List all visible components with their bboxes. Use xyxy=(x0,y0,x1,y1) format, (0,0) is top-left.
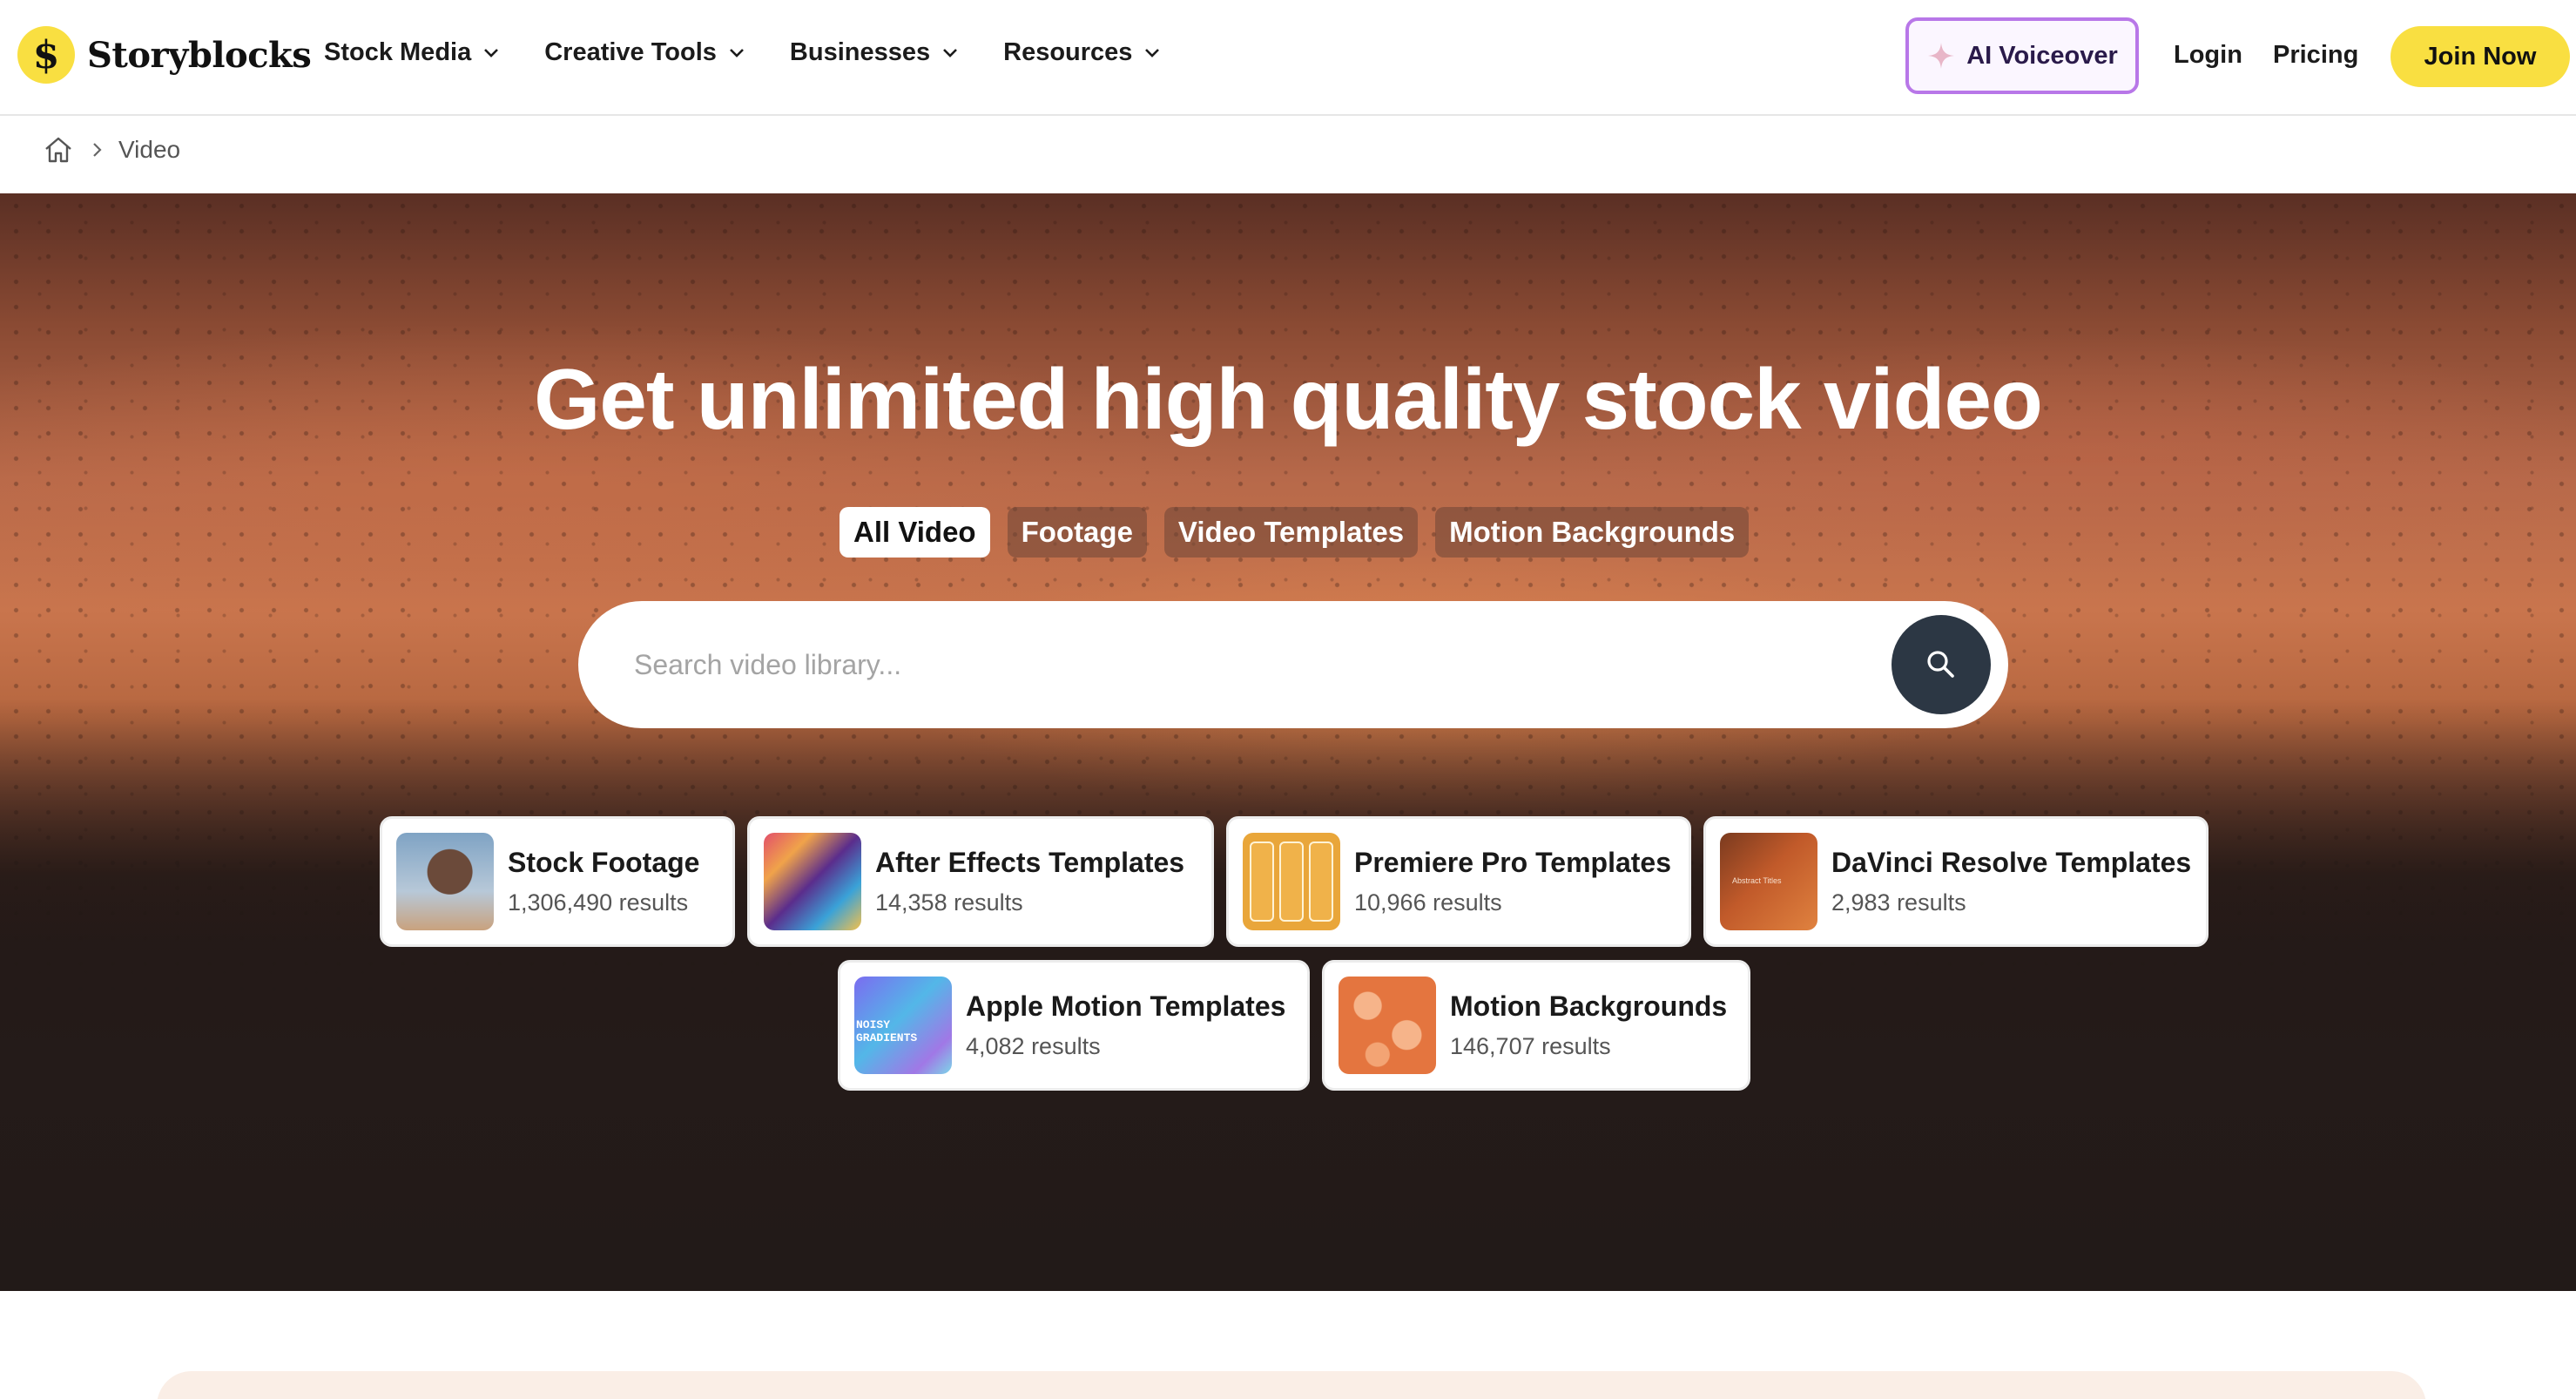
search-button[interactable] xyxy=(1892,615,1991,714)
hero-title: Get unlimited high quality stock video xyxy=(534,351,2043,447)
category-results: 1,306,490 results xyxy=(508,889,689,916)
category-premiere-pro-templates[interactable]: Premiere Pro Templates 10,966 results xyxy=(1226,816,1691,947)
nav-label: Stock Media xyxy=(324,38,472,66)
nav-label: Businesses xyxy=(789,38,931,66)
category-results: 146,707 results xyxy=(1450,1033,1611,1059)
category-after-effects-templates[interactable]: After Effects Templates 14,358 results xyxy=(747,816,1214,947)
sparkle-icon xyxy=(1928,43,1955,69)
nav-creative-tools[interactable]: Creative Tools xyxy=(544,38,745,67)
category-title: Motion Backgrounds xyxy=(1450,990,1728,1022)
category-title: DaVinci Resolve Templates xyxy=(1831,847,2192,878)
video-type-tabs: All Video Footage Video Templates Motion… xyxy=(840,507,1766,558)
chevron-down-icon xyxy=(484,48,499,57)
search-icon xyxy=(1927,651,1954,678)
category-results: 14,358 results xyxy=(875,889,1023,916)
nav-resources[interactable]: Resources xyxy=(1003,38,1160,67)
category-apple-motion-templates[interactable]: NOISY GRADIENTS Apple Motion Templates 4… xyxy=(838,960,1310,1091)
category-stock-footage[interactable]: Stock Footage 1,306,490 results xyxy=(380,816,735,947)
nav-label: Creative Tools xyxy=(544,38,717,66)
category-title: Stock Footage xyxy=(508,847,700,878)
tab-all-video[interactable]: All Video xyxy=(840,507,990,558)
ai-voiceover-label: AI Voiceover xyxy=(1966,41,2118,70)
stock-footage-thumbnail xyxy=(396,833,494,930)
category-results: 2,983 results xyxy=(1831,889,1966,916)
pricing-link[interactable]: Pricing xyxy=(2273,41,2358,70)
thumbnail-text: NOISY GRADIENTS xyxy=(856,1018,918,1044)
breadcrumb-current: Video xyxy=(118,136,181,163)
breadcrumb: Video xyxy=(44,132,180,167)
ai-voiceover-button[interactable]: AI Voiceover xyxy=(1905,17,2139,94)
chevron-down-icon xyxy=(730,48,744,57)
storyblocks-s-logo-icon: $ xyxy=(17,26,75,84)
motion-backgrounds-thumbnail xyxy=(1339,977,1436,1074)
home-icon[interactable] xyxy=(44,136,73,164)
tab-motion-backgrounds[interactable]: Motion Backgrounds xyxy=(1435,507,1750,558)
nav-label: Resources xyxy=(1003,38,1133,66)
category-title: Premiere Pro Templates xyxy=(1354,847,1672,878)
search-input[interactable] xyxy=(634,648,1836,681)
category-results: 4,082 results xyxy=(966,1033,1101,1059)
category-davinci-resolve-templates[interactable]: Abstract Titles DaVinci Resolve Template… xyxy=(1703,816,2208,947)
storyblocks-logo[interactable]: $ Storyblocks xyxy=(17,26,312,84)
main-nav: Stock Media Creative Tools Businesses Re… xyxy=(324,38,1205,67)
hero-section: Get unlimited high quality stock video A… xyxy=(0,193,2576,1291)
search-bar xyxy=(578,601,2008,728)
logo-text: Storyblocks xyxy=(87,34,312,76)
tab-video-templates[interactable]: Video Templates xyxy=(1163,507,1419,558)
site-header: $ Storyblocks Stock Media Creative Tools… xyxy=(0,0,2576,116)
tab-footage[interactable]: Footage xyxy=(1007,507,1147,558)
thumbnail-text: Abstract Titles xyxy=(1732,876,1782,885)
after-effects-thumbnail xyxy=(764,833,861,930)
chevron-right-icon xyxy=(93,143,102,157)
category-motion-backgrounds[interactable]: Motion Backgrounds 146,707 results xyxy=(1322,960,1750,1091)
nav-businesses[interactable]: Businesses xyxy=(790,38,958,67)
category-results: 10,966 results xyxy=(1354,889,1502,916)
chevron-down-icon xyxy=(1145,48,1160,57)
apple-motion-thumbnail: NOISY GRADIENTS xyxy=(854,977,952,1074)
chevron-down-icon xyxy=(943,48,958,57)
category-title: After Effects Templates xyxy=(875,847,1185,878)
premiere-pro-thumbnail xyxy=(1243,833,1340,930)
promo-banner-top-edge xyxy=(157,1371,2426,1399)
nav-stock-media[interactable]: Stock Media xyxy=(324,38,499,67)
login-link[interactable]: Login xyxy=(2174,41,2242,70)
davinci-resolve-thumbnail: Abstract Titles xyxy=(1720,833,1817,930)
join-now-button[interactable]: Join Now xyxy=(2391,26,2570,87)
category-title: Apple Motion Templates xyxy=(966,990,1286,1022)
